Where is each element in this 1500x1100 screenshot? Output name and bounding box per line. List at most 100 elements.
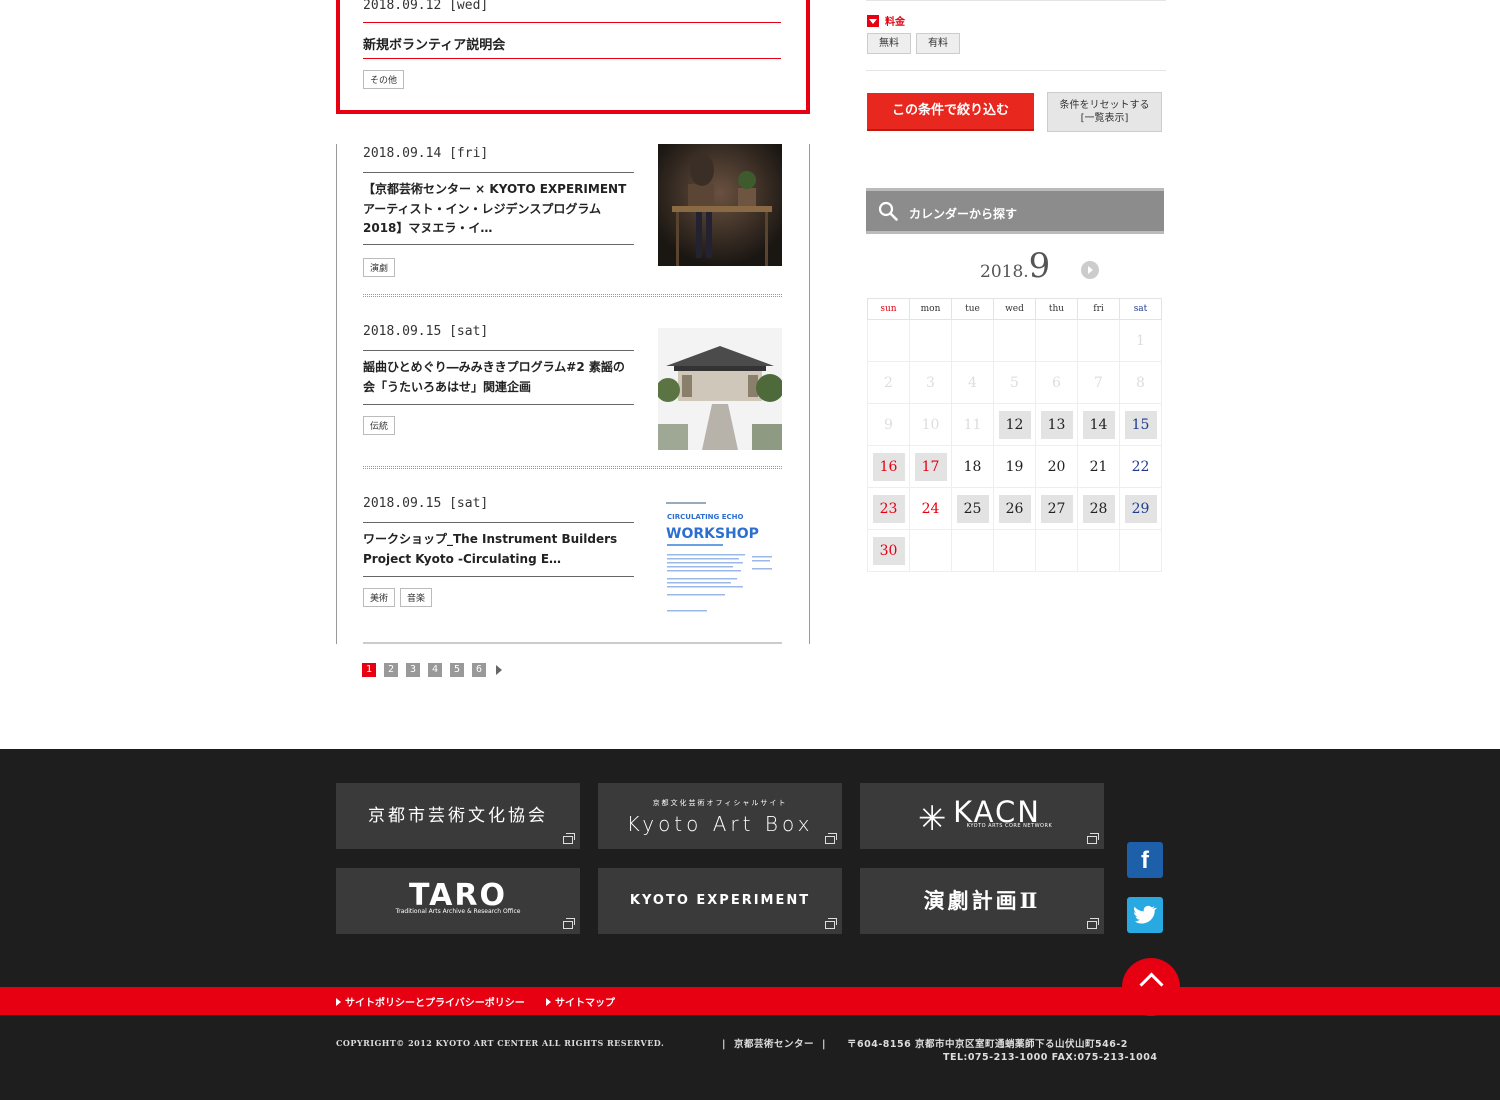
next-month-icon[interactable]: [1081, 261, 1099, 279]
calendar-day[interactable]: 16: [872, 452, 905, 481]
calendar-cell[interactable]: 28: [1077, 487, 1120, 530]
event-title[interactable]: 新規ボランティア説明会: [363, 34, 505, 53]
external-link-icon: [563, 833, 575, 844]
featured-event-card[interactable]: 2018.09.12 [wed] 新規ボランティア説明会 その他: [336, 0, 810, 114]
event-title[interactable]: ワークショップ_The Instrument Builders Project …: [363, 530, 634, 569]
page-1[interactable]: 1: [362, 663, 376, 677]
calendar-grid: sun mon tue wed thu fri sat 1 2 3 4 5 6 7 8 9 10 11 12 13 1…: [867, 298, 1162, 572]
calendar-month-number: 9: [1028, 246, 1051, 286]
calendar-day: 5: [1010, 374, 1019, 391]
twitter-icon[interactable]: [1127, 897, 1163, 933]
divider: [363, 172, 634, 173]
calendar-cell[interactable]: 24: [909, 487, 952, 530]
twitter-bird-icon: [1133, 905, 1157, 924]
page-3[interactable]: 3: [406, 663, 420, 677]
calendar-cell[interactable]: 18: [951, 445, 994, 488]
calendar-day[interactable]: 28: [1082, 494, 1115, 523]
calendar-cell[interactable]: 27: [1035, 487, 1078, 530]
poster-headline: CIRCULATING ECHO: [667, 513, 743, 521]
banner-kyoto-art-box[interactable]: 京都文化芸術オフィシャルサイト Kyoto Art Box: [598, 783, 842, 849]
calendar-day: 4: [968, 374, 977, 391]
apply-filter-button[interactable]: この条件で絞り込む: [867, 93, 1034, 131]
calendar-cell: 5: [993, 361, 1036, 404]
calendar-cell-empty: [951, 529, 994, 572]
event-thumbnail[interactable]: [658, 144, 782, 266]
calendar-day[interactable]: 19: [999, 453, 1031, 481]
calendar-cell[interactable]: 19: [993, 445, 1036, 488]
calendar-day[interactable]: 29: [1124, 494, 1157, 523]
calendar-cell: 11: [951, 403, 994, 446]
banner-label: 京都市芸術文化協会: [368, 806, 548, 826]
page-4[interactable]: 4: [428, 663, 442, 677]
calendar-day[interactable]: 25: [956, 494, 989, 523]
calendar-day[interactable]: 21: [1083, 453, 1115, 481]
event-thumbnail[interactable]: [658, 328, 782, 450]
event-title[interactable]: 【京都芸術センター × KYOTO EXPERIMENT アーティスト・イン・レ…: [363, 180, 634, 239]
facebook-icon[interactable]: f: [1127, 842, 1163, 878]
calendar-day[interactable]: 15: [1124, 410, 1157, 439]
calendar-cell[interactable]: 25: [951, 487, 994, 530]
calendar-day[interactable]: 23: [872, 494, 905, 523]
banner-kyoto-city-arts-association[interactable]: 京都市芸術文化協会: [336, 783, 580, 849]
calendar-day[interactable]: 27: [1040, 494, 1073, 523]
fee-free-button[interactable]: 無料: [867, 33, 911, 54]
reset-filter-button[interactable]: 条件をリセットする [一覧表示]: [1047, 92, 1162, 132]
calendar-day: 1: [1136, 332, 1145, 349]
next-page-icon[interactable]: [496, 665, 502, 675]
calendar-cell[interactable]: 22: [1119, 445, 1162, 488]
calendar-cell-empty: [1035, 529, 1078, 572]
calendar-cell[interactable]: 20: [1035, 445, 1078, 488]
list-item[interactable]: 2018.09.15 [sat] 謡曲ひとめぐり―みみききプログラム#2 素謡の…: [363, 322, 782, 450]
calendar-cell[interactable]: 12: [993, 403, 1036, 446]
event-date: 2018.09.12 [wed]: [363, 0, 489, 13]
calendar-cell[interactable]: 14: [1077, 403, 1120, 446]
list-item[interactable]: 2018.09.15 [sat] ワークショップ_The Instrument …: [363, 494, 782, 622]
category-tag[interactable]: 美術: [363, 588, 396, 607]
calendar-cell[interactable]: 13: [1035, 403, 1078, 446]
calendar-day[interactable]: 14: [1082, 410, 1115, 439]
fee-label: 料金: [885, 17, 905, 28]
category-tag[interactable]: 伝統: [363, 416, 396, 435]
calendar-day[interactable]: 12: [998, 410, 1031, 439]
banner-kyoto-experiment[interactable]: KYOTO EXPERIMENT: [598, 868, 842, 934]
event-thumbnail[interactable]: CIRCULATING ECHO WORKSHOP: [658, 500, 782, 622]
calendar-day[interactable]: 17: [914, 452, 947, 481]
banner-kacn[interactable]: ✳ KACN KYOTO ARTS CORE NETWORK: [860, 783, 1104, 849]
calendar-cell[interactable]: 30: [867, 529, 910, 572]
calendar-day[interactable]: 13: [1040, 410, 1073, 439]
calendar-cell[interactable]: 21: [1077, 445, 1120, 488]
fee-filter-header[interactable]: 料金: [867, 13, 905, 28]
search-icon: [878, 201, 898, 221]
fee-options: 無料 有料: [867, 33, 960, 54]
page-2[interactable]: 2: [384, 663, 398, 677]
sitemap-link[interactable]: サイトマップ: [546, 994, 615, 1009]
category-tag[interactable]: 演劇: [363, 258, 396, 277]
calendar-day[interactable]: 22: [1125, 453, 1157, 481]
list-item[interactable]: 2018.09.14 [fri] 【京都芸術センター × KYOTO EXPER…: [363, 144, 782, 277]
calendar-cell[interactable]: 26: [993, 487, 1036, 530]
banner-engeki-keikaku[interactable]: 演劇計画Ⅱ: [860, 868, 1104, 934]
category-tag[interactable]: 音楽: [400, 588, 433, 607]
page-5[interactable]: 5: [450, 663, 464, 677]
page-6[interactable]: 6: [472, 663, 486, 677]
external-link-icon: [563, 918, 575, 929]
calendar-cell[interactable]: 16: [867, 445, 910, 488]
banner-taro[interactable]: TARO Traditional Arts Archive & Research…: [336, 868, 580, 934]
calendar-cell[interactable]: 15: [1119, 403, 1162, 446]
calendar-cell[interactable]: 29: [1119, 487, 1162, 530]
calendar-day[interactable]: 24: [915, 495, 947, 523]
calendar-day[interactable]: 18: [957, 453, 989, 481]
event-title[interactable]: 謡曲ひとめぐり―みみききプログラム#2 素謡の会「うたいろあはせ」関連企画: [363, 358, 634, 397]
calendar-cell-empty: [1035, 319, 1078, 362]
calendar-cell[interactable]: 17: [909, 445, 952, 488]
calendar-cell[interactable]: 23: [867, 487, 910, 530]
category-tag[interactable]: その他: [363, 70, 405, 89]
privacy-policy-link[interactable]: サイトポリシーとプライバシーポリシー: [336, 994, 525, 1009]
calendar-day[interactable]: 26: [998, 494, 1031, 523]
calendar-day[interactable]: 20: [1041, 453, 1073, 481]
calendar-day[interactable]: 30: [872, 536, 905, 565]
back-to-top-icon[interactable]: [1122, 958, 1180, 1016]
fee-paid-button[interactable]: 有料: [916, 33, 960, 54]
banner-label: KYOTO EXPERIMENT: [629, 893, 811, 908]
calendar-cell: 3: [909, 361, 952, 404]
